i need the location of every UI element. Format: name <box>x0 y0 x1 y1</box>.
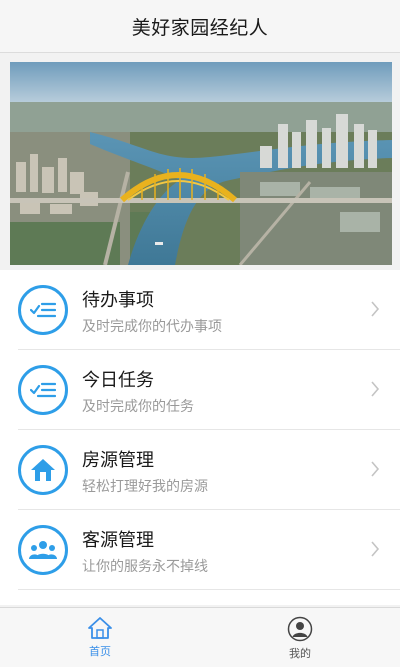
menu-item-title: 今日任务 <box>82 370 154 391</box>
people-icon <box>18 525 68 575</box>
page-title: 美好家园经纪人 <box>131 16 269 39</box>
menu-item-subtitle: 及时完成你的代办事项 <box>82 319 222 335</box>
chevron-right-icon <box>371 381 380 397</box>
menu-item-subtitle: 轻松打理好我的房源 <box>82 479 208 495</box>
user-profile-icon <box>287 616 313 642</box>
tab-label: 首页 <box>89 645 111 658</box>
menu-item-subtitle: 及时完成你的任务 <box>82 399 194 415</box>
menu-item-clients[interactable]: 客源管理 让你的服务永不掉线 <box>0 510 400 590</box>
checklist-icon <box>18 285 68 335</box>
banner-image[interactable] <box>10 62 392 265</box>
menu-list: 待办事项 及时完成你的代办事项 今日任务 及时完成你的任务 房源管理 轻松打理好… <box>0 270 400 605</box>
menu-item-todo[interactable]: 待办事项 及时完成你的代办事项 <box>0 270 400 350</box>
menu-item-title: 客源管理 <box>82 530 154 551</box>
chevron-right-icon <box>371 301 380 317</box>
house-icon <box>18 445 68 495</box>
checklist-icon <box>18 365 68 415</box>
bottom-tab-bar: 首页 我的 <box>0 607 400 667</box>
tab-label: 我的 <box>289 647 311 660</box>
tab-home[interactable]: 首页 <box>0 608 200 667</box>
menu-item-partial[interactable] <box>0 590 400 605</box>
menu-item-title: 待办事项 <box>82 290 154 311</box>
title-bar: 美好家园经纪人 <box>0 0 400 53</box>
menu-item-property[interactable]: 房源管理 轻松打理好我的房源 <box>0 430 400 510</box>
chevron-right-icon <box>371 461 380 477</box>
chevron-right-icon <box>371 541 380 557</box>
menu-item-title: 房源管理 <box>82 450 154 471</box>
app-root: 美好家园经纪人 待办事项 及时完成你的代办事项 今日任务 及时完成你的任务 房源… <box>0 0 400 667</box>
menu-item-today-tasks[interactable]: 今日任务 及时完成你的任务 <box>0 350 400 430</box>
aerial-city-illustration <box>10 62 392 265</box>
menu-item-subtitle: 让你的服务永不掉线 <box>82 559 208 575</box>
home-icon <box>88 617 112 639</box>
tab-mine[interactable]: 我的 <box>200 608 400 667</box>
